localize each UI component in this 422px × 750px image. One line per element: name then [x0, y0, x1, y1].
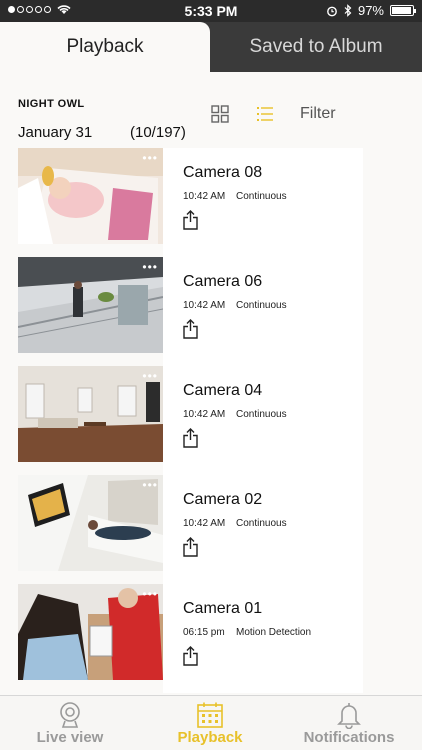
recording-thumbnail[interactable]: ••• — [18, 148, 163, 244]
bottom-tab-bar: Live view Playback Notifications — [0, 695, 422, 750]
recording-thumbnail[interactable]: ••• — [18, 584, 163, 680]
battery-percent: 97% — [357, 3, 384, 18]
segment-tabs: Playback Saved to Album — [0, 22, 422, 72]
recording-thumbnail[interactable]: ••• — [18, 257, 163, 353]
recording-item[interactable]: ••• Camera 06 10:42 AM Continuous — [0, 257, 363, 366]
recording-thumbnail[interactable]: ••• — [18, 475, 163, 571]
recording-details[interactable]: Camera 02 10:42 AM Continuous — [163, 475, 363, 584]
status-right: 97% — [326, 3, 416, 18]
bluetooth-icon — [344, 4, 352, 17]
camera-name: Camera 06 — [183, 273, 263, 290]
status-bar: 5:33 PM 97% — [0, 0, 422, 22]
share-icon[interactable] — [182, 428, 199, 448]
playback-content: NIGHT OWL January 31 (10/197) Filter •••… — [0, 72, 422, 695]
nav-live-view[interactable]: Live view — [20, 696, 120, 750]
more-options-icon[interactable]: ••• — [142, 151, 158, 165]
list-view-icon[interactable] — [256, 105, 274, 123]
webcam-icon — [60, 702, 80, 728]
nav-playback[interactable]: Playback — [160, 696, 260, 750]
battery-icon — [390, 5, 416, 16]
grid-view-icon[interactable] — [211, 105, 229, 123]
calendar-icon — [197, 702, 223, 728]
recording-time: 10:42 AM — [183, 409, 226, 420]
nav-notifications[interactable]: Notifications — [290, 696, 408, 750]
nav-live-view-label: Live view — [36, 729, 104, 746]
share-icon[interactable] — [182, 537, 199, 557]
recording-time: 10:42 AM — [183, 518, 226, 529]
recording-time: 10:42 AM — [183, 300, 226, 311]
recording-item[interactable]: ••• Camera 04 10:42 AM Continuous — [0, 366, 363, 475]
camera-name: Camera 02 — [183, 491, 263, 508]
recording-item[interactable]: ••• Camera 01 06:15 pm Motion Detection — [0, 584, 363, 693]
filter-button[interactable]: Filter — [300, 105, 336, 123]
recording-details[interactable]: Camera 08 10:42 AM Continuous — [163, 148, 363, 257]
recording-list: ••• Camera 08 10:42 AM Continuous ••• Ca… — [0, 148, 363, 693]
camera-name: Camera 01 — [183, 600, 263, 617]
recording-details[interactable]: Camera 01 06:15 pm Motion Detection — [163, 584, 363, 693]
recording-time: 10:42 AM — [183, 191, 226, 202]
recording-mode: Continuous — [236, 191, 287, 202]
recording-thumbnail[interactable]: ••• — [18, 366, 163, 462]
recording-item[interactable]: ••• Camera 02 10:42 AM Continuous — [0, 475, 363, 584]
tab-saved-to-album[interactable]: Saved to Album — [210, 22, 422, 72]
recording-time: 06:15 pm — [183, 627, 225, 638]
more-options-icon[interactable]: ••• — [142, 587, 158, 601]
recording-mode: Motion Detection — [236, 627, 312, 638]
recording-details[interactable]: Camera 04 10:42 AM Continuous — [163, 366, 363, 475]
date-label: January 31 — [18, 124, 93, 141]
recording-count: (10/197) — [130, 124, 186, 141]
recording-mode: Continuous — [236, 409, 287, 420]
more-options-icon[interactable]: ••• — [142, 478, 158, 492]
camera-name: Camera 08 — [183, 164, 263, 181]
more-options-icon[interactable]: ••• — [142, 260, 158, 274]
date-row: January 31 (10/197) — [18, 124, 186, 141]
nav-notifications-label: Notifications — [303, 729, 395, 746]
share-icon[interactable] — [182, 210, 199, 230]
more-options-icon[interactable]: ••• — [142, 369, 158, 383]
device-name: NIGHT OWL — [18, 98, 85, 110]
share-icon[interactable] — [182, 646, 199, 666]
nav-playback-label: Playback — [177, 729, 243, 746]
camera-name: Camera 04 — [183, 382, 263, 399]
tab-playback[interactable]: Playback — [0, 22, 210, 72]
recording-mode: Continuous — [236, 300, 287, 311]
recording-mode: Continuous — [236, 518, 287, 529]
recording-details[interactable]: Camera 06 10:42 AM Continuous — [163, 257, 363, 366]
alarm-icon — [327, 6, 337, 16]
share-icon[interactable] — [182, 319, 199, 339]
recording-item[interactable]: ••• Camera 08 10:42 AM Continuous — [0, 148, 363, 257]
bell-icon — [337, 703, 361, 729]
